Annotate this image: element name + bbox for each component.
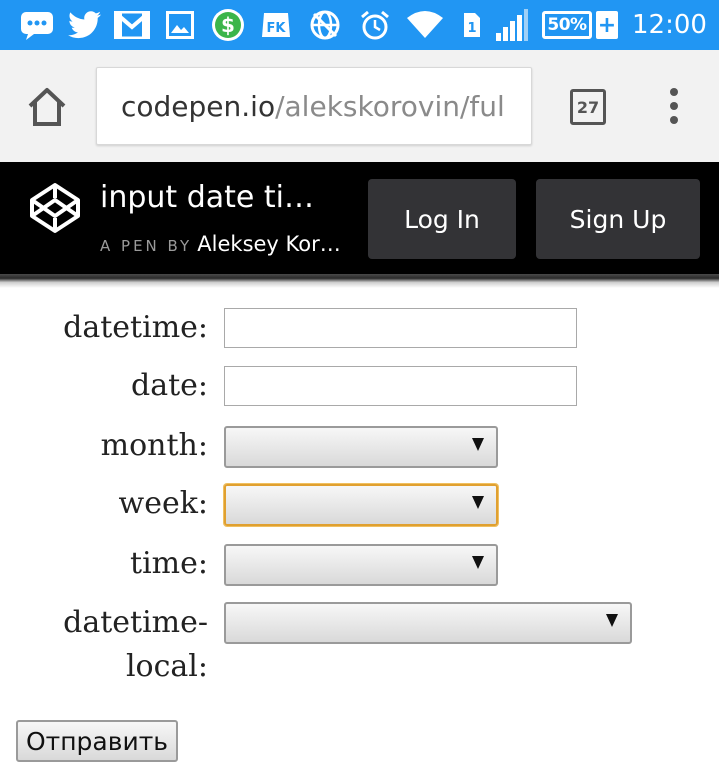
month-label: month:: [100, 428, 208, 463]
signal-icon: [494, 8, 528, 42]
charging-plus: +: [596, 11, 618, 39]
pen-title[interactable]: input date ti…: [100, 178, 314, 218]
tabs-icon[interactable]: 27: [570, 89, 606, 125]
tab-count: 27: [576, 97, 600, 117]
datetime-input[interactable]: [224, 308, 577, 348]
gmail-icon: [114, 8, 150, 42]
chevron-down-icon: [472, 496, 484, 509]
byline-prefix: A PEN BY: [100, 237, 193, 255]
svg-text:$: $: [221, 13, 235, 37]
status-bar: $ FK 1 50% + 12:00: [0, 0, 719, 50]
overflow-menu-icon[interactable]: [664, 86, 684, 126]
chevron-down-icon: [472, 556, 484, 569]
datetime-local-label-line2: local:: [125, 649, 208, 684]
time-select[interactable]: [224, 544, 498, 586]
login-button[interactable]: Log In: [368, 179, 516, 259]
svg-text:FK: FK: [267, 21, 287, 36]
twitter-icon: [68, 8, 102, 42]
money-app-icon: $: [211, 8, 245, 42]
header-shadow: [0, 274, 719, 288]
messaging-icon: [20, 8, 54, 42]
battery-level: 50%: [547, 15, 587, 35]
url-path: /alekskorovin/ful: [275, 90, 505, 123]
svg-text:1: 1: [467, 21, 476, 36]
date-label: date:: [130, 368, 208, 403]
datetime-local-label-line1: datetime-: [63, 605, 208, 640]
date-input[interactable]: [224, 366, 577, 406]
url-host: codepen.io: [121, 90, 276, 123]
datetime-label: datetime:: [63, 310, 208, 345]
datetime-local-select[interactable]: [224, 602, 632, 644]
chevron-down-icon: [606, 614, 618, 627]
month-select[interactable]: [224, 426, 498, 468]
home-icon[interactable]: [24, 84, 70, 130]
sim-icon: 1: [462, 8, 482, 42]
fk-icon: FK: [260, 8, 292, 42]
battery-icon: 50%: [542, 11, 592, 39]
codepen-logo-icon[interactable]: [28, 181, 82, 235]
browser-toolbar: codepen.io/alekskorovin/ful 27: [0, 50, 719, 162]
pen-author-link[interactable]: Aleksey Kor…: [197, 232, 340, 256]
alarm-icon: [359, 8, 391, 42]
submit-button[interactable]: Отправить: [16, 720, 178, 762]
url-bar[interactable]: codepen.io/alekskorovin/ful: [96, 67, 532, 145]
wifi-icon: [406, 8, 444, 42]
vpn-icon: [309, 8, 341, 42]
signup-button[interactable]: Sign Up: [536, 179, 700, 259]
time-label: time:: [130, 546, 208, 581]
pen-byline: A PEN BY Aleksey Kor…: [100, 230, 341, 260]
chevron-down-icon: [472, 438, 484, 451]
status-clock: 12:00: [632, 10, 707, 40]
week-label: week:: [118, 486, 208, 521]
week-select[interactable]: [224, 484, 498, 526]
gallery-icon: [166, 8, 194, 42]
